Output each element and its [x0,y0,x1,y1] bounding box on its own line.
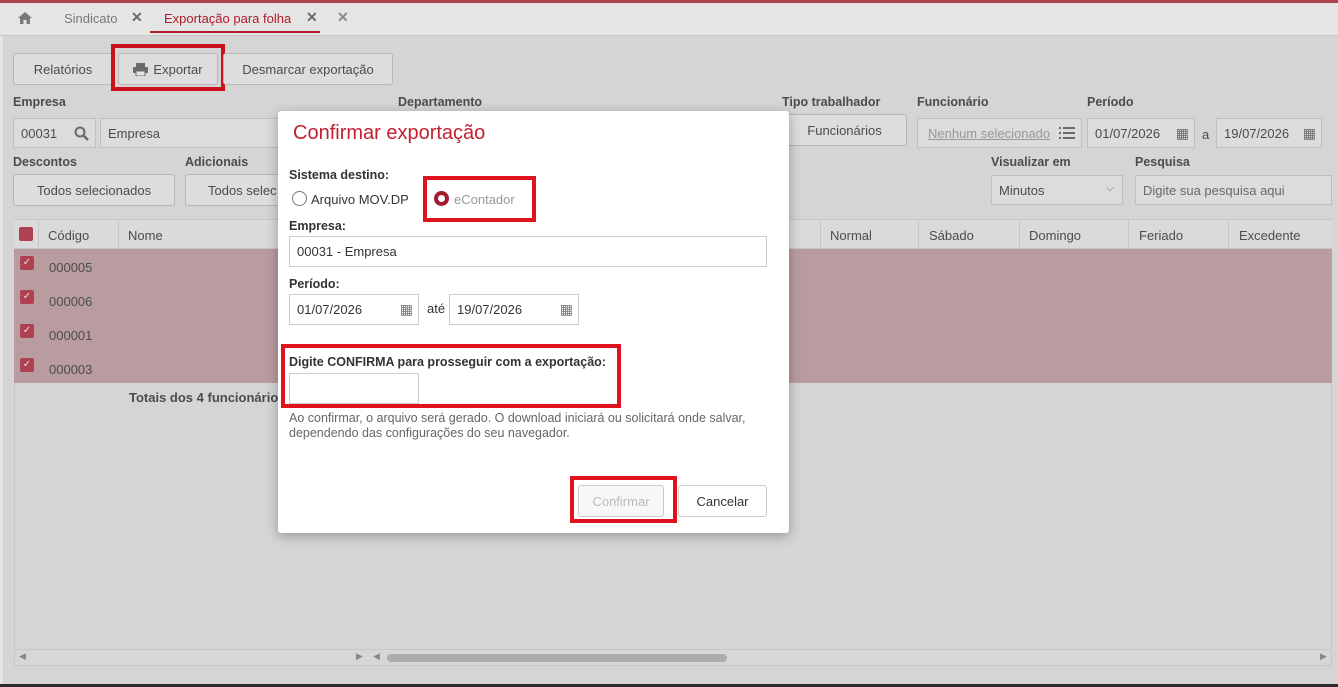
periodo-start-field[interactable]: 01/07/2026 ▦ [289,294,419,325]
empresa-label: Empresa: [289,219,346,233]
radio-movdp-label[interactable]: Arquivo MOV.DP [311,192,409,207]
highlight-confirmar [570,476,677,523]
highlight-econtador [423,176,536,222]
periodo-label: Período: [289,277,340,291]
calendar-icon[interactable]: ▦ [400,301,413,318]
cancelar-button[interactable]: Cancelar [678,485,767,517]
highlight-confirma [281,344,621,408]
calendar-icon[interactable]: ▦ [560,301,573,318]
radio-movdp[interactable] [292,191,307,206]
ate-label: até [427,301,446,316]
periodo-end-value: 19/07/2026 [457,302,523,317]
periodo-end-field[interactable]: 19/07/2026 ▦ [449,294,579,325]
empresa-field[interactable]: 00031 - Empresa [289,236,767,267]
periodo-start-value: 01/07/2026 [297,302,363,317]
info-text: Ao confirmar, o arquivo será gerado. O d… [289,411,746,440]
confirm-export-dialog: Confirmar exportação Sistema destino: Ar… [278,111,789,533]
dialog-title: Confirmar exportação [293,122,486,144]
sistema-destino-label: Sistema destino: [289,168,390,182]
